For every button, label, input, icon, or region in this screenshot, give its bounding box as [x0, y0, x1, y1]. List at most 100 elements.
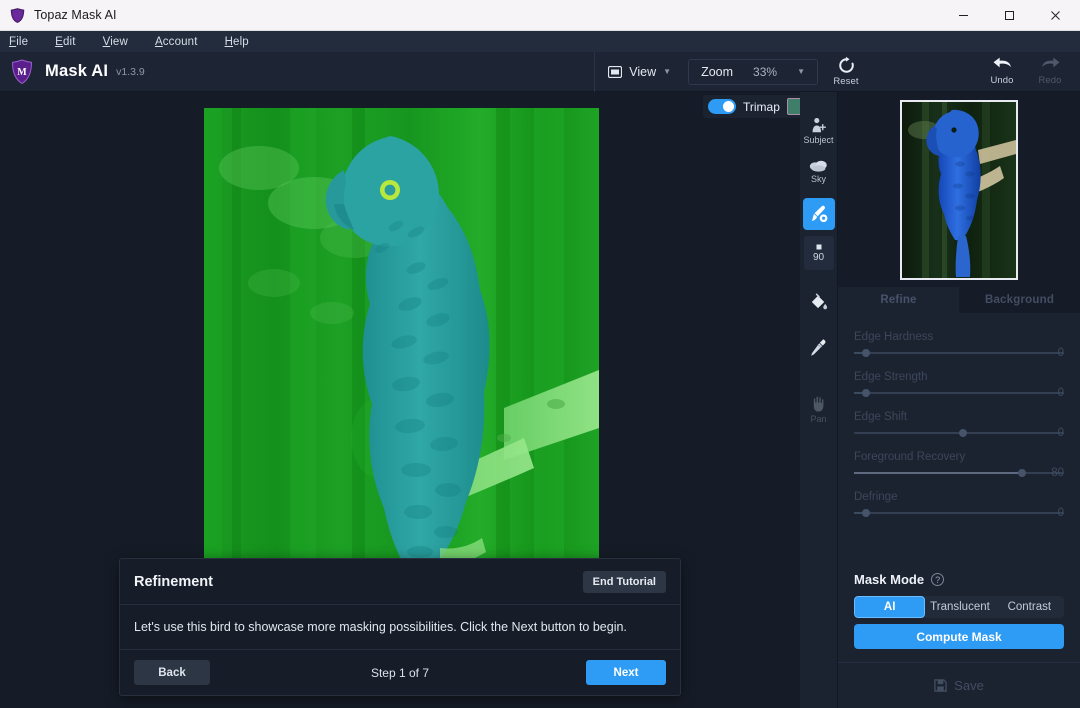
app-brand-title: Mask AI — [45, 62, 108, 81]
tool-eyedropper[interactable] — [801, 328, 837, 366]
close-button[interactable] — [1032, 0, 1078, 31]
reset-button[interactable]: Reset — [822, 52, 870, 92]
tutorial-next-button[interactable]: Next — [586, 660, 666, 685]
subject-person-icon — [810, 117, 827, 134]
mask-ai-logo-icon: M — [10, 59, 34, 85]
chevron-down-icon: ▼ — [663, 67, 671, 76]
sky-cloud-icon — [809, 158, 828, 173]
tool-subject[interactable]: Subject — [801, 112, 837, 150]
slider-edge-hardness-value: 0 — [1058, 347, 1064, 359]
tool-paint-bucket[interactable] — [801, 282, 837, 320]
slider-foreground-recovery[interactable]: Foreground Recovery 80 — [854, 451, 1064, 474]
tool-subject-label: Subject — [803, 135, 833, 145]
slider-edge-strength-value: 0 — [1058, 387, 1064, 399]
tutorial-body-text: Let's use this bird to showcase more mas… — [134, 620, 627, 634]
window-title-text: Topaz Mask AI — [34, 8, 117, 22]
eyedropper-icon — [808, 337, 829, 358]
slider-defringe-label: Defringe — [854, 491, 1064, 503]
slider-edge-strength-label: Edge Strength — [854, 371, 1064, 383]
view-label: View — [629, 65, 656, 79]
slider-foreground-recovery-value: 80 — [1051, 467, 1064, 479]
tool-pan-label: Pan — [810, 414, 826, 424]
menu-item-help[interactable]: Help — [225, 36, 249, 48]
tab-background[interactable]: Background — [959, 287, 1080, 313]
tool-sky-label: Sky — [811, 174, 826, 184]
minimize-button[interactable] — [940, 0, 986, 31]
end-tutorial-button[interactable]: End Tutorial — [583, 571, 666, 593]
zoom-label: Zoom — [701, 65, 733, 79]
mask-mode-option-translucent[interactable]: Translucent — [925, 596, 994, 618]
slider-edge-shift[interactable]: Edge Shift 0 — [854, 411, 1064, 434]
tutorial-title: Refinement — [134, 574, 213, 590]
view-dropdown[interactable]: View ▼ — [595, 52, 684, 92]
tutorial-back-button[interactable]: Back — [134, 660, 210, 685]
zoom-control[interactable]: Zoom 33% ▼ — [688, 59, 818, 85]
mask-mode-segmented-control: AI Translucent Contrast — [854, 596, 1064, 618]
slider-edge-shift-label: Edge Shift — [854, 411, 1064, 423]
brush-icon — [808, 203, 830, 225]
slider-foreground-recovery-label: Foreground Recovery — [854, 451, 1064, 463]
tab-refine[interactable]: Refine — [838, 287, 959, 313]
slider-defringe-track[interactable] — [854, 512, 1064, 514]
slider-defringe[interactable]: Defringe 0 — [854, 491, 1064, 514]
tool-brush-size-value: 90 — [813, 252, 824, 263]
undo-label: Undo — [990, 75, 1013, 86]
svg-text:M: M — [17, 67, 27, 78]
trimap-switch-knob — [723, 101, 734, 112]
tool-brush[interactable] — [803, 198, 835, 230]
menu-item-file[interactable]: File — [9, 36, 28, 48]
pan-hand-icon — [810, 394, 827, 413]
mask-mode-section: Mask Mode ? AI Translucent Contrast Comp… — [838, 572, 1080, 649]
save-button[interactable]: Save — [838, 662, 1080, 708]
slider-edge-strength-track[interactable] — [854, 392, 1064, 394]
window-title-bar: Topaz Mask AI — [0, 0, 1080, 31]
topaz-logo-icon — [9, 7, 26, 24]
menu-item-view[interactable]: View — [103, 36, 128, 48]
tool-sky[interactable]: Sky — [801, 152, 837, 190]
paint-bucket-icon — [808, 291, 829, 312]
slider-edge-hardness[interactable]: Edge Hardness 0 — [854, 331, 1064, 354]
slider-edge-hardness-track[interactable] — [854, 352, 1064, 354]
app-version-label: v1.3.9 — [116, 66, 145, 78]
thumbnail-render — [902, 102, 1016, 278]
tool-rail: Subject Sky 90 — [800, 92, 838, 708]
right-panel: Refine Background Edge Hardness 0 Edge S… — [838, 92, 1080, 708]
slider-foreground-recovery-track[interactable] — [854, 472, 1064, 474]
reset-icon — [837, 56, 856, 75]
mask-mode-option-ai[interactable]: AI — [854, 596, 925, 618]
brush-size-icon — [815, 243, 823, 251]
redo-icon — [1040, 57, 1061, 74]
view-icon — [608, 66, 622, 78]
reset-label: Reset — [833, 76, 858, 87]
redo-button[interactable]: Redo — [1026, 52, 1074, 92]
app-window: Topaz Mask AI File Edit View Account Help M … — [0, 0, 1080, 708]
panel-tabs: Refine Background — [838, 287, 1080, 313]
menu-item-edit[interactable]: Edit — [55, 36, 75, 48]
trimap-toggle-group[interactable]: Trimap — [703, 95, 811, 118]
menu-item-account[interactable]: Account — [155, 36, 198, 48]
slider-edge-shift-value: 0 — [1058, 427, 1064, 439]
refine-sliders: Edge Hardness 0 Edge Strength 0 Edge Shi… — [838, 313, 1080, 531]
mask-mode-option-contrast[interactable]: Contrast — [995, 596, 1064, 618]
tutorial-body: Let's use this bird to showcase more mas… — [120, 605, 680, 650]
menu-bar: File Edit View Account Help — [0, 31, 1080, 52]
trimap-label: Trimap — [743, 100, 780, 114]
help-icon[interactable]: ? — [931, 573, 944, 586]
tool-pan[interactable]: Pan — [801, 390, 837, 428]
app-header: M Mask AI v1.3.9 View ▼ Zoom 33% ▼ — [0, 52, 1080, 92]
slider-edge-hardness-label: Edge Hardness — [854, 331, 1064, 343]
undo-button[interactable]: Undo — [978, 52, 1026, 92]
source-image-thumbnail[interactable] — [900, 100, 1018, 280]
header-toolbar: View ▼ Zoom 33% ▼ Reset Undo — [594, 52, 1080, 92]
slider-edge-shift-track[interactable] — [854, 432, 1064, 434]
compute-mask-button[interactable]: Compute Mask — [854, 624, 1064, 649]
tutorial-header: Refinement End Tutorial — [120, 559, 680, 605]
save-label: Save — [954, 678, 984, 693]
thumbnail-area — [838, 92, 1080, 287]
tool-brush-size[interactable]: 90 — [804, 236, 834, 270]
slider-edge-strength[interactable]: Edge Strength 0 — [854, 371, 1064, 394]
trimap-switch[interactable] — [708, 99, 736, 114]
zoom-chevron-down-icon[interactable]: ▼ — [797, 67, 805, 76]
maximize-button[interactable] — [986, 0, 1032, 31]
mask-mode-title: Mask Mode — [854, 572, 924, 587]
